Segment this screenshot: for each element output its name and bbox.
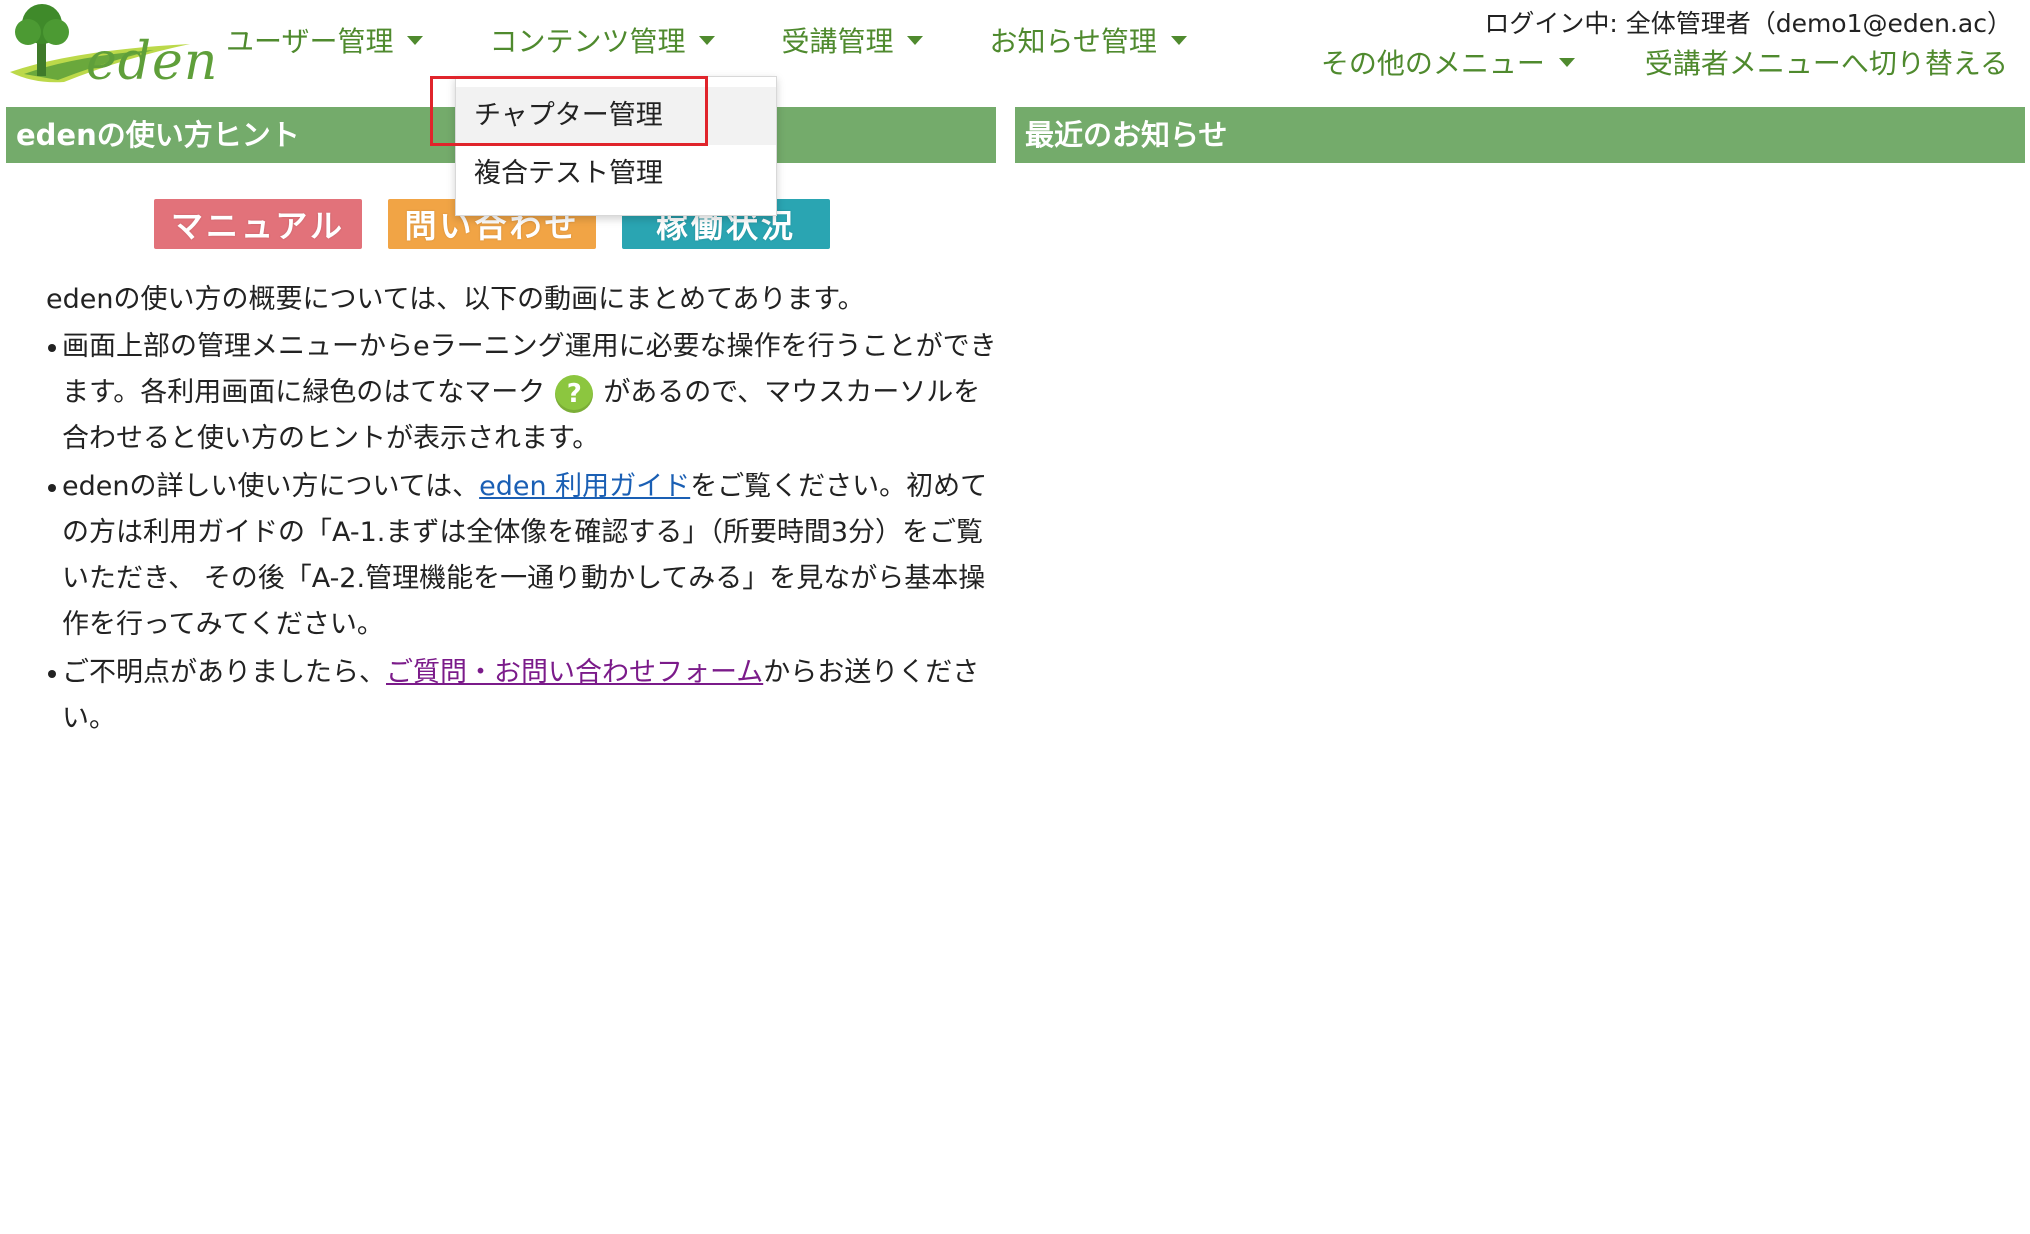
nav-content-management[interactable]: コンテンツ管理 (489, 20, 716, 60)
list-item: 画面上部の管理メニューからeラーニング運用に必要な操作を行うことができます。各利… (48, 324, 1006, 462)
nav-attendance-management[interactable]: 受講管理 (781, 20, 924, 60)
nav-other-menu[interactable]: その他のメニュー (1321, 42, 1575, 82)
chevron-down-icon (699, 35, 716, 45)
eden-logo[interactable]: eden (4, 0, 217, 92)
hints-list: 画面上部の管理メニューからeラーニング運用に必要な操作を行うことができます。各利… (46, 324, 1006, 742)
nav-notice-management[interactable]: お知らせ管理 (989, 20, 1187, 60)
right-nav: その他のメニュー 受講者メニューへ切り替える (1251, 42, 2008, 82)
hints-content: edenの使い方の概要については、以下の動画にまとめてあります。 画面上部の管理… (46, 280, 1006, 744)
chevron-down-icon (407, 35, 424, 45)
bullet2-text-a: edenの詳しい使い方については、 (62, 471, 480, 502)
bullet3-text-a: ご不明点がありましたら、 (62, 657, 386, 688)
chevron-down-icon (1170, 35, 1187, 45)
nav-notice-management-label: お知らせ管理 (989, 25, 1157, 58)
list-item: ご不明点がありましたら、ご質問・お問い合わせフォームからお送りください。 (48, 650, 1006, 742)
nav-user-management-label: ユーザー管理 (226, 25, 394, 58)
nav-content-management-label: コンテンツ管理 (489, 25, 686, 58)
logo-text: eden (86, 32, 219, 92)
inquiry-form-link[interactable]: ご質問・お問い合わせフォーム (386, 657, 763, 688)
switch-to-learner-link[interactable]: 受講者メニューへ切り替える (1645, 42, 2008, 82)
recent-news-panel-title: 最近のお知らせ (1015, 107, 2025, 163)
login-info: ログイン中: 全体管理者（demo1@eden.ac） (1484, 9, 2012, 38)
chevron-down-icon (1558, 57, 1575, 67)
nav-attendance-management-label: 受講管理 (781, 25, 894, 58)
question-circle-icon[interactable]: ? (555, 374, 594, 413)
nav-user-management[interactable]: ユーザー管理 (226, 20, 424, 60)
list-item: edenの詳しい使い方については、eden 利用ガイドをご覧ください。初めての方… (48, 464, 1006, 648)
manual-button[interactable]: マニュアル (154, 199, 362, 249)
main-nav: ユーザー管理 コンテンツ管理 受講管理 お知らせ管理 (226, 20, 1253, 60)
user-guide-link[interactable]: eden 利用ガイド (479, 471, 690, 502)
dropdown-item-composite-test-management[interactable]: 複合テスト管理 (456, 145, 776, 203)
dropdown-item-chapter-management[interactable]: チャプター管理 (456, 87, 776, 145)
content-management-dropdown: チャプター管理 複合テスト管理 (455, 76, 777, 216)
intro-text: edenの使い方の概要については、以下の動画にまとめてあります。 (46, 284, 865, 315)
nav-other-menu-label: その他のメニュー (1320, 47, 1545, 80)
chevron-down-icon (907, 35, 924, 45)
